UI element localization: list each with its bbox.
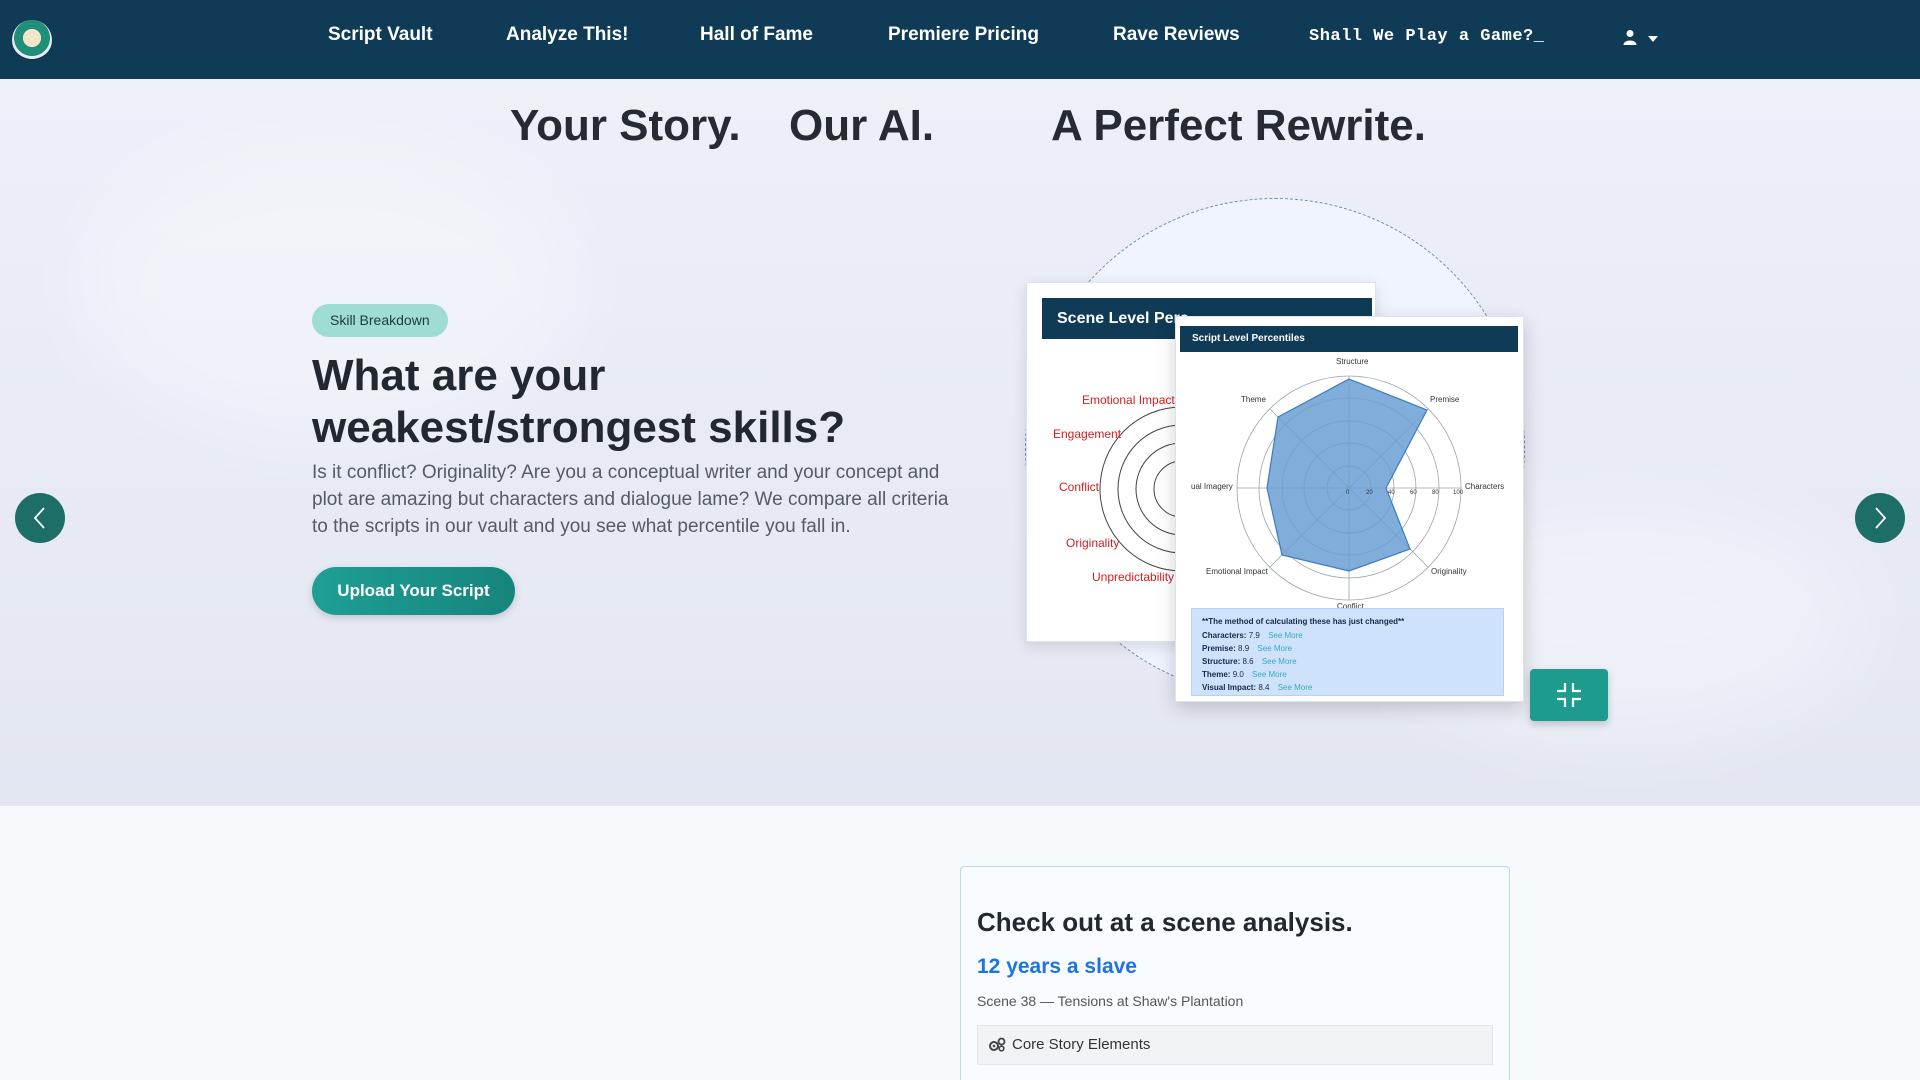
radar-tick: 40 — [1388, 490, 1395, 496]
see-more-link[interactable]: See More — [1268, 631, 1303, 640]
score-label: Visual Impact: — [1202, 683, 1257, 692]
site-logo[interactable] — [12, 20, 52, 60]
analysis-title: Check out at a scene analysis. — [977, 907, 1353, 937]
radar-axis-label: Theme — [1241, 395, 1266, 404]
nav-analyze-this[interactable]: Analyze This! — [506, 24, 628, 46]
radar-axis-label: Structure — [1336, 357, 1369, 366]
movie-title-link[interactable]: 12 years a slave — [977, 955, 1137, 979]
scene-axis-label: Unpredictability — [1092, 570, 1175, 584]
radar-axis-label: ual Imagery — [1191, 482, 1233, 491]
score-row: Visual Impact: 8.4 See More — [1202, 681, 1493, 694]
core-story-elements-section[interactable]: Core Story Elements — [977, 1025, 1493, 1065]
carousel-next-button[interactable] — [1855, 493, 1905, 543]
section-pill: Skill Breakdown — [312, 304, 448, 337]
score-label: Theme: — [1202, 670, 1231, 679]
radar-axis-label: Characters — [1465, 482, 1505, 491]
scene-analysis-section: Check out at a scene analysis. 12 years … — [0, 806, 1920, 1080]
score-row: Characters: 7.9 See More — [1202, 629, 1493, 642]
top-navbar: Script Vault Analyze This! Hall of Fame … — [0, 0, 1920, 79]
user-icon — [1623, 30, 1637, 45]
radar-axis-label: Emotional Impact — [1206, 567, 1268, 576]
radar-axis-label: Originality — [1431, 567, 1467, 576]
scene-axis-label: Emotional Impact — [1082, 393, 1175, 407]
scene-subtitle: Scene 38 — Tensions at Shaw's Plantation — [977, 993, 1244, 1009]
see-more-link[interactable]: See More — [1252, 670, 1287, 679]
score-label: Characters: — [1202, 631, 1247, 640]
radar-tick: 20 — [1366, 490, 1373, 496]
slide-description: Is it conflict? Originality? Are you a c… — [312, 462, 949, 537]
note-title: **The method of calculating these has ju… — [1202, 617, 1405, 626]
score-row: Premise: 8.9 See More — [1202, 642, 1493, 655]
score-value: 8.6 — [1242, 657, 1254, 666]
score-row: Theme: 9.0 See More — [1202, 668, 1493, 681]
upload-script-button[interactable]: Upload Your Script — [312, 567, 515, 615]
chevron-left-icon — [33, 507, 45, 529]
scene-axis-label: Conflict — [1059, 480, 1100, 494]
chevron-down-icon — [1648, 36, 1658, 42]
scene-analysis-card: Check out at a scene analysis. 12 years … — [960, 866, 1510, 1080]
radar-tick: 80 — [1432, 490, 1439, 496]
score-value: 9.0 — [1232, 670, 1244, 679]
nav-game[interactable]: Shall We Play a Game?_ — [1309, 27, 1544, 46]
script-level-card: Script Level Percentiles Structure Premi… — [1175, 316, 1524, 702]
hero-carousel: Your Story. Our AI. A Perfect Rewrite. S… — [0, 79, 1920, 806]
see-more-link[interactable]: See More — [1257, 644, 1292, 653]
tagline-your-story: Your Story. — [510, 101, 741, 150]
scene-axis-label: Engagement — [1053, 427, 1122, 441]
nav-hall-of-fame[interactable]: Hall of Fame — [700, 24, 813, 46]
compress-icon — [1557, 683, 1581, 707]
score-label: Premise: — [1202, 644, 1236, 653]
nav-script-vault[interactable]: Script Vault — [328, 24, 433, 46]
score-note-box: **The method of calculating these has ju… — [1191, 608, 1504, 696]
scene-axis-label: Originality — [1066, 536, 1120, 550]
score-value: 8.4 — [1258, 683, 1270, 692]
carousel-prev-button[interactable] — [15, 493, 65, 543]
tagline-perfect-rewrite: A Perfect Rewrite. — [1051, 101, 1426, 150]
gears-icon — [989, 1037, 1006, 1052]
radar-tick: 60 — [1410, 490, 1417, 496]
score-value: 8.9 — [1238, 644, 1250, 653]
section-label: Core Story Elements — [1012, 1036, 1151, 1053]
radar-axis-label: Premise — [1430, 395, 1460, 404]
radar-area — [1266, 378, 1428, 572]
nav-rave-reviews[interactable]: Rave Reviews — [1113, 24, 1240, 46]
see-more-link[interactable]: See More — [1262, 657, 1297, 666]
score-value: 7.9 — [1248, 631, 1260, 640]
score-row: Structure: 8.6 See More — [1202, 655, 1493, 668]
score-label: Structure: — [1202, 657, 1241, 666]
radar-tick: 0 — [1346, 490, 1350, 496]
see-more-link[interactable]: See More — [1278, 683, 1313, 692]
slide-heading: What are your weakest/strongest skills? — [312, 351, 846, 452]
tagline-our-ai: Our AI. — [789, 101, 935, 150]
radar-tick: 100 — [1453, 490, 1464, 496]
user-menu-dropdown[interactable] — [1622, 26, 1662, 50]
chevron-right-icon — [1875, 507, 1887, 529]
collapse-button[interactable] — [1530, 669, 1608, 721]
nav-premiere-pricing[interactable]: Premiere Pricing — [888, 24, 1039, 46]
